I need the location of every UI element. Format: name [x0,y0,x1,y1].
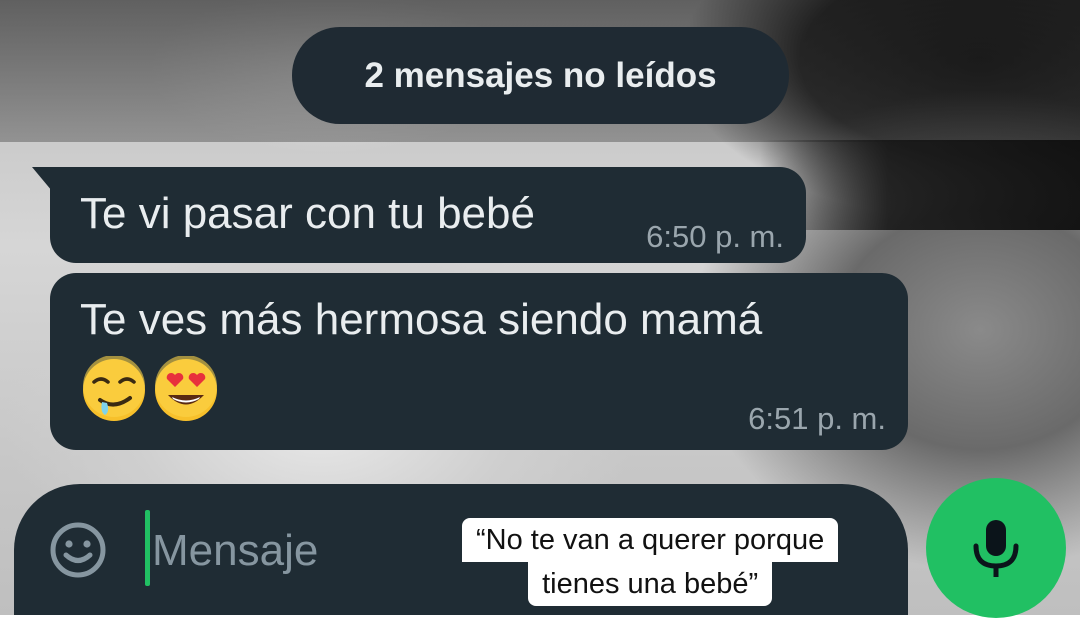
message-time: 6:51 p. m. [748,401,886,436]
unread-messages-label: 2 mensajes no leídos [364,55,717,95]
message-input[interactable]: Mensaje [152,520,318,582]
wallpaper-shade-right [760,140,1080,230]
caption-line: tienes una bebé” [528,562,773,606]
heart-eyes-icon [155,356,217,421]
smiley-icon[interactable] [48,520,108,580]
microphone-icon [973,520,1019,577]
message-text: Te vi pasar con tu bebé [80,189,535,238]
unread-messages-banner: 2 mensajes no leídos [292,27,789,124]
message-emojis [80,356,220,424]
message-time: 6:50 p. m. [646,219,784,254]
drooling-face-icon [83,356,145,421]
caption-line: “No te van a querer porque [462,518,839,562]
bubble-tail [32,167,52,191]
message-text: Te ves más hermosa siendo mamá [80,295,763,344]
text-cursor [145,510,150,586]
incoming-message[interactable]: Te ves más hermosa siendo mamá 6:51 p. m… [50,273,908,450]
caption-overlay: “No te van a querer porque tienes una be… [462,518,839,606]
voice-message-button[interactable] [926,478,1066,618]
incoming-message[interactable]: Te vi pasar con tu bebé 6:50 p. m. [50,167,806,263]
